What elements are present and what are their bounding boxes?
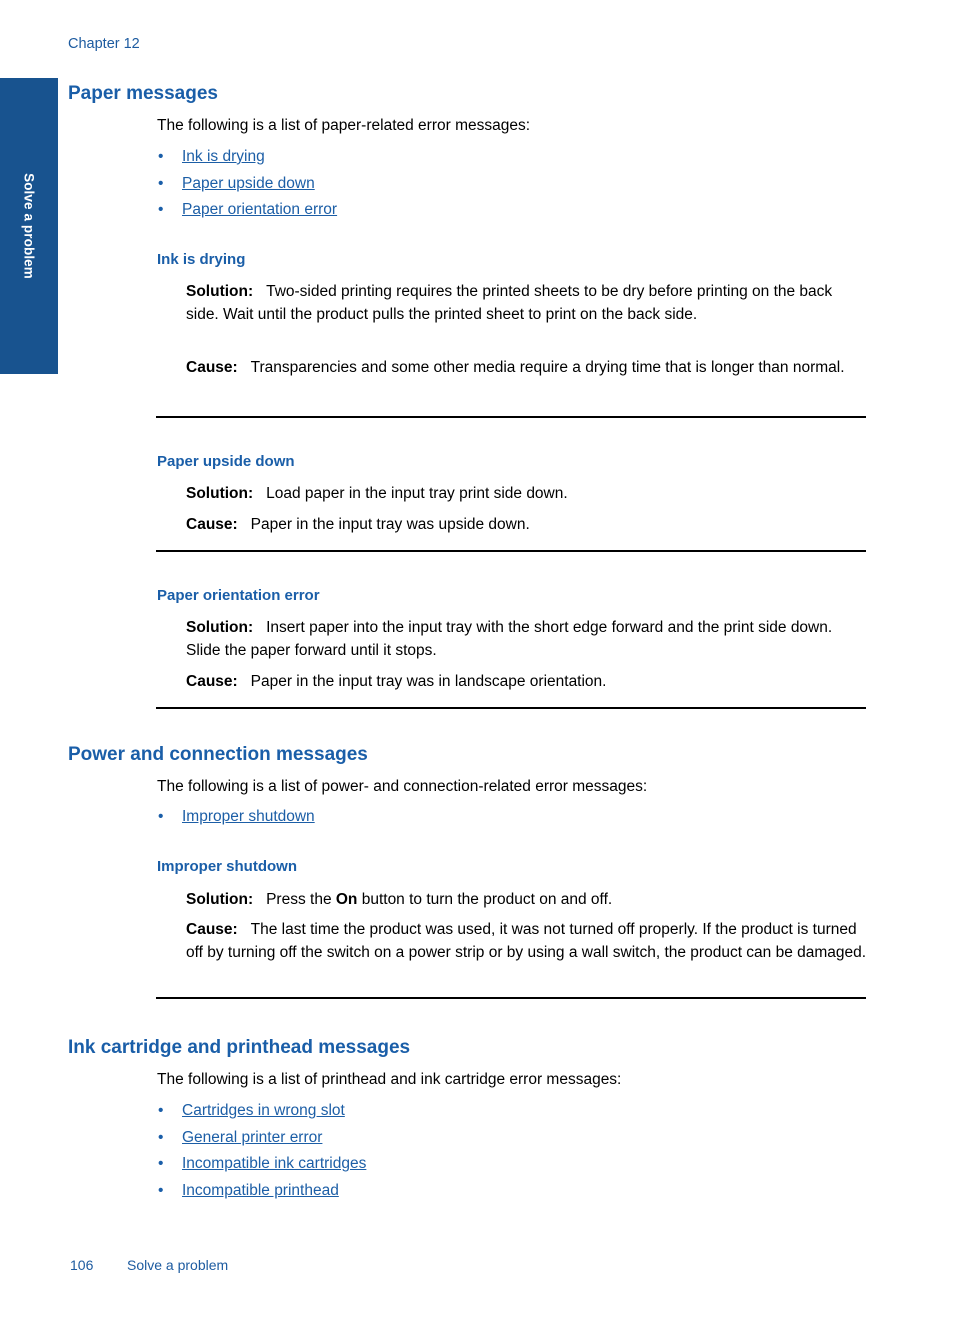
solution-label: Solution: [186, 283, 254, 300]
heading-paper-upside-down: Paper upside down [157, 453, 295, 470]
solution-text: Load paper in the input tray print side … [266, 485, 568, 502]
link-ink-is-drying[interactable]: Ink is drying [182, 148, 265, 165]
topic-divider-rule [156, 550, 866, 552]
bullet-icon: • [158, 1181, 164, 1199]
list-item[interactable]: • Paper orientation error [152, 197, 652, 224]
heading-ink-cartridge-and-printhead-messages: Ink cartridge and printhead messages [68, 1037, 411, 1058]
cause-text: The last time the product was used, it w… [186, 921, 867, 961]
section-thumb-tab-label: Solve a problem [21, 173, 37, 279]
cause-label: Cause: [186, 516, 238, 533]
paragraph-solution-paper-upside-down: Solution: Load paper in the input tray p… [186, 482, 866, 505]
section-thumb-tab: Solve a problem [0, 78, 58, 374]
list-item[interactable]: • Incompatible printhead [152, 1178, 652, 1205]
lead-power-and-connection-messages: The following is a list of power- and co… [157, 778, 648, 795]
solution-text: Insert paper into the input tray with th… [186, 619, 833, 659]
cause-text: Paper in the input tray was upside down. [250, 516, 530, 533]
paragraph-solution-improper-shutdown: Solution: Press the On button to turn th… [186, 888, 866, 911]
heading-paper-messages: Paper messages [68, 83, 218, 104]
solution-text-before: Press the [266, 891, 336, 908]
list-item[interactable]: • Cartridges in wrong slot [152, 1098, 652, 1125]
cause-text: Transparencies and some other media requ… [250, 359, 845, 376]
bullet-icon: • [158, 148, 164, 165]
topic-divider-rule [156, 997, 866, 999]
link-paper-upside-down[interactable]: Paper upside down [182, 175, 315, 192]
heading-ink-is-drying: Ink is drying [157, 251, 246, 268]
link-improper-shutdown[interactable]: Improper shutdown [182, 808, 315, 825]
link-cartridges-in-wrong-slot[interactable]: Cartridges in wrong slot [182, 1102, 345, 1119]
footer-page-number: 106 [70, 1257, 94, 1273]
heading-paper-orientation-error: Paper orientation error [157, 587, 320, 604]
bullet-icon: • [158, 201, 164, 218]
paragraph-cause-improper-shutdown: Cause: The last time the product was use… [186, 918, 868, 964]
cause-text: Paper in the input tray was in landscape… [250, 673, 607, 690]
topic-divider-rule [156, 416, 866, 418]
document-page: Chapter 12 Solve a problem Paper message… [0, 0, 954, 1321]
link-list-power-and-connection-messages: • Improper shutdown [152, 804, 652, 831]
footer-section-name: Solve a problem [127, 1257, 229, 1273]
paragraph-cause-ink-is-drying: Cause: Transparencies and some other med… [186, 356, 866, 379]
paragraph-solution-paper-orientation-error: Solution: Insert paper into the input tr… [186, 616, 868, 662]
lead-ink-cartridge-and-printhead-messages: The following is a list of printhead and… [157, 1071, 622, 1088]
paragraph-cause-paper-upside-down: Cause: Paper in the input tray was upsid… [186, 513, 866, 536]
list-item[interactable]: • Incompatible ink cartridges [152, 1151, 652, 1178]
bullet-icon: • [158, 174, 164, 192]
cause-label: Cause: [186, 359, 238, 376]
bullet-icon: • [158, 1102, 164, 1119]
link-incompatible-ink-cartridges[interactable]: Incompatible ink cartridges [182, 1155, 366, 1172]
solution-text: Two-sided printing requires the printed … [186, 283, 833, 323]
cause-label: Cause: [186, 921, 238, 938]
link-general-printer-error[interactable]: General printer error [182, 1129, 322, 1146]
list-item[interactable]: • Ink is drying [152, 144, 652, 171]
bullet-icon: • [158, 1155, 164, 1172]
link-paper-orientation-error[interactable]: Paper orientation error [182, 201, 337, 218]
chapter-running-head: Chapter 12 [68, 36, 140, 52]
paragraph-solution-ink-is-drying: Solution: Two-sided printing requires th… [186, 280, 866, 326]
link-incompatible-printhead[interactable]: Incompatible printhead [182, 1182, 339, 1199]
link-list-ink-cartridge-and-printhead-messages: • Cartridges in wrong slot • General pri… [152, 1098, 652, 1204]
list-item[interactable]: • Improper shutdown [152, 804, 652, 831]
cause-label: Cause: [186, 673, 238, 690]
bullet-icon: • [158, 1128, 164, 1146]
list-item[interactable]: • General printer error [152, 1125, 652, 1152]
topic-divider-rule [156, 707, 866, 709]
lead-paper-messages: The following is a list of paper-related… [157, 117, 531, 134]
paragraph-cause-paper-orientation-error: Cause: Paper in the input tray was in la… [186, 670, 866, 693]
heading-power-and-connection-messages: Power and connection messages [68, 744, 368, 765]
page-footer: 106 Solve a problem [70, 1257, 228, 1273]
heading-improper-shutdown: Improper shutdown [157, 858, 297, 875]
bullet-icon: • [158, 808, 164, 825]
solution-label: Solution: [186, 619, 254, 636]
solution-text-after: button to turn the product on and off. [357, 891, 613, 908]
link-list-paper-messages: • Ink is drying • Paper upside down • Pa… [152, 144, 652, 224]
solution-label: Solution: [186, 891, 254, 908]
solution-label: Solution: [186, 485, 254, 502]
solution-text-emphasis: On [335, 891, 358, 908]
list-item[interactable]: • Paper upside down [152, 171, 652, 198]
